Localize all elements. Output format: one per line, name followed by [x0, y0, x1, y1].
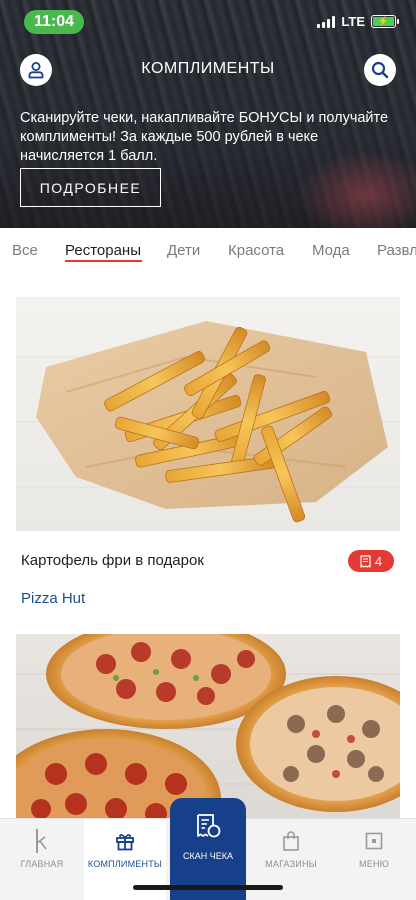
offer-title[interactable]: Картофель фри в подарок	[21, 552, 204, 569]
more-button[interactable]: ПОДРОБНЕЕ	[20, 168, 161, 207]
receipt-icon	[360, 554, 371, 568]
scan-receipt-icon	[197, 814, 221, 838]
battery-icon: ⚡	[371, 15, 399, 28]
pizzas-illustration	[16, 634, 400, 824]
french-fries-illustration	[16, 321, 400, 523]
active-tab-indicator	[65, 260, 142, 262]
nav-home[interactable]: ГЛАВНАЯ	[0, 819, 84, 900]
tab-beauty[interactable]: Красота	[228, 242, 284, 259]
nav-home-label: ГЛАВНАЯ	[20, 859, 64, 869]
menu-square-icon	[365, 832, 383, 850]
points-badge: 4	[348, 550, 394, 572]
category-tabs: Все Рестораны Дети Красота Мода Развлече…	[0, 228, 416, 272]
tab-kids[interactable]: Дети	[167, 242, 200, 259]
status-time: 11:04	[24, 10, 84, 34]
nav-stores-label: МАГАЗИНЫ	[265, 859, 317, 869]
header-banner: 11:04 LTE ⚡ КОМПЛИМЕНТЫ Сканируйте чеки,…	[0, 0, 416, 228]
offer-image-french-fries[interactable]	[16, 297, 400, 531]
gift-icon	[116, 834, 134, 851]
nav-compliments-label: КОМПЛИМЕНТЫ	[87, 859, 163, 869]
home-indicator[interactable]	[133, 885, 283, 890]
search-button[interactable]	[364, 54, 396, 86]
shopping-bag-icon	[283, 831, 299, 851]
tab-entertainment[interactable]: Развлечения	[377, 242, 416, 259]
points-value: 4	[374, 553, 383, 569]
page-title: КОМПЛИМЕНТЫ	[141, 60, 275, 77]
nav-menu-label: МЕНЮ	[359, 859, 389, 869]
search-icon	[371, 61, 389, 79]
network-label: LTE	[341, 14, 365, 29]
tab-fashion[interactable]: Мода	[312, 242, 350, 259]
promo-description: Сканируйте чеки, накапливайте БОНУСЫ и п…	[20, 110, 389, 164]
brand-link[interactable]: Pizza Hut	[21, 590, 85, 607]
offer-image-pizzas[interactable]	[16, 634, 400, 824]
tab-all[interactable]: Все	[12, 242, 38, 259]
home-logo-icon	[36, 829, 47, 853]
tab-restaurants[interactable]: Рестораны	[65, 242, 141, 259]
signal-icon	[317, 15, 336, 28]
nav-menu[interactable]: МЕНЮ	[332, 819, 416, 900]
status-bar: 11:04 LTE ⚡	[0, 0, 416, 44]
scan-receipt-label: СКАН ЧЕКА	[183, 851, 233, 861]
status-indicators: LTE ⚡	[317, 14, 399, 29]
